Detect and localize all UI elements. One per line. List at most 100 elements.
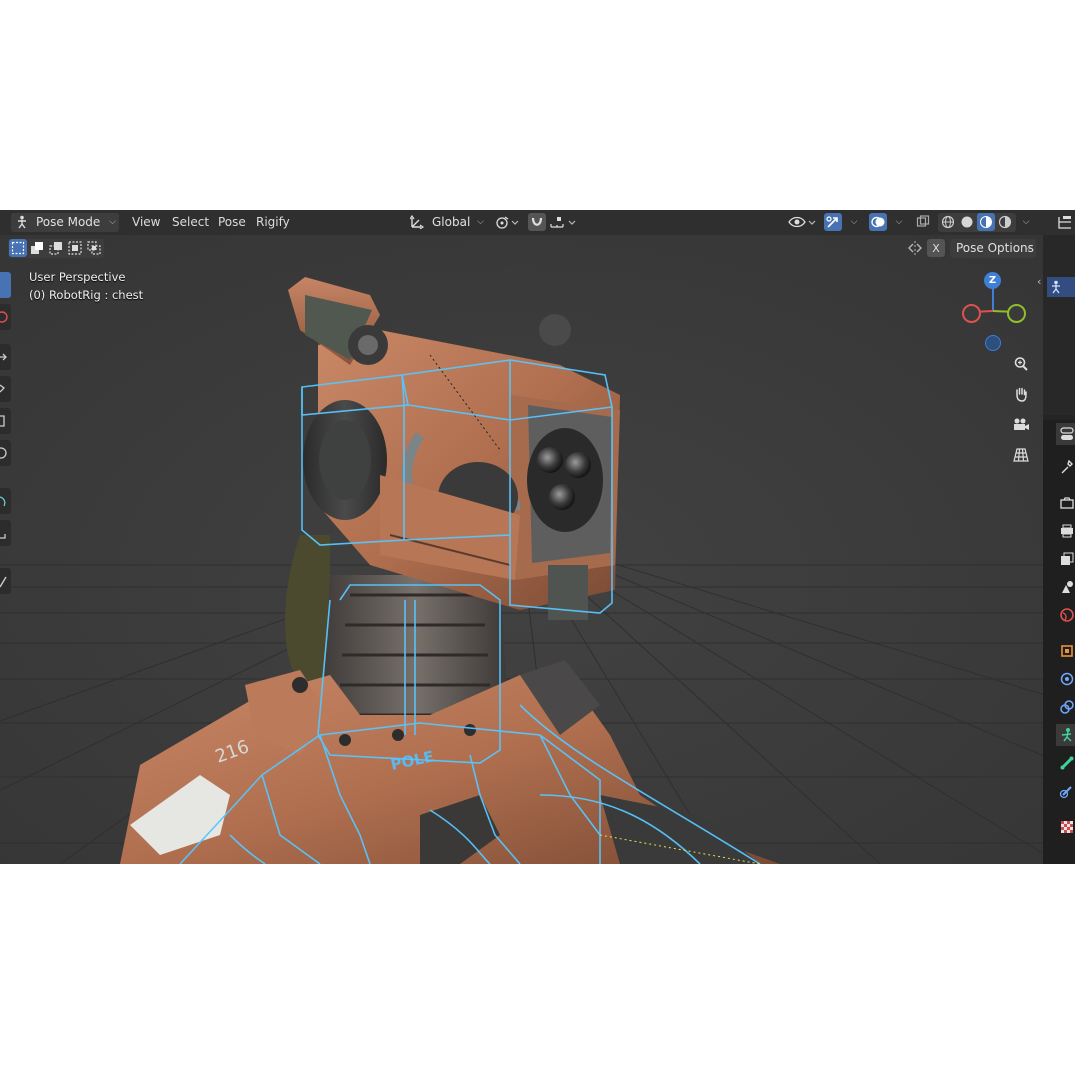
menu-rigify[interactable]: Rigify (256, 214, 290, 231)
tab-constraints[interactable] (1056, 696, 1075, 718)
gizmo-z-axis[interactable]: Z (984, 272, 1001, 289)
tab-world[interactable] (1056, 604, 1075, 626)
tab-active-tool[interactable] (1056, 456, 1075, 478)
select-subtract-icon (49, 242, 62, 255)
collapse-chevron-icon[interactable]: ‹ (1037, 275, 1041, 288)
world-icon (1060, 608, 1074, 622)
tool-move[interactable] (0, 344, 11, 370)
mode-label: Pose Mode (36, 215, 101, 229)
mode-dropdown[interactable]: Pose Mode ⌵ (11, 213, 119, 232)
tab-tool[interactable] (1056, 423, 1075, 445)
chevron-down-icon: ⌵ (850, 217, 858, 227)
annotate-icon (0, 496, 6, 507)
perspective-label: User Perspective (29, 270, 126, 284)
armature-data-icon (1061, 728, 1072, 742)
properties-editor-strip: ‹ (1037, 210, 1075, 864)
outliner-header (1043, 210, 1075, 235)
overlays-dropdown[interactable]: ⌵ (890, 213, 908, 231)
snap-target-dropdown[interactable] (549, 213, 579, 231)
pose-options-label: Pose Options (956, 241, 1034, 255)
chevron-down-icon: ⌵ (895, 217, 903, 227)
object-icon (1061, 645, 1073, 657)
scale-icon (0, 415, 5, 427)
material-shading-button[interactable] (977, 213, 995, 231)
navigation-gizmo[interactable]: Z (958, 268, 1030, 353)
pose-options-dropdown[interactable]: Pose Options ⌵ (950, 239, 1036, 258)
tab-object[interactable] (1056, 640, 1075, 662)
select-intersect-button[interactable] (85, 239, 103, 257)
wireframe-shading-icon (941, 215, 955, 229)
zoom-icon (1014, 357, 1028, 371)
tab-physics[interactable] (1056, 668, 1075, 690)
gizmo-x-axis[interactable] (962, 304, 981, 323)
pose-armature-icon (18, 215, 26, 229)
select-extend-button[interactable] (28, 239, 46, 257)
outliner-active-row[interactable] (1047, 277, 1075, 297)
select-invert-icon (68, 241, 82, 255)
snap-toggle[interactable] (528, 213, 546, 231)
gizmo-toggle-icon (826, 216, 838, 228)
tab-armature-data[interactable] (1056, 724, 1075, 746)
menu-pose[interactable]: Pose (218, 214, 246, 231)
gizmo-toggle[interactable] (824, 213, 842, 231)
tool-annotate[interactable] (0, 488, 11, 514)
view-layer-icon (1061, 552, 1074, 565)
wireframe-shading-button[interactable] (939, 213, 957, 231)
tool-cursor[interactable] (0, 304, 11, 330)
tab-scene[interactable] (1056, 576, 1075, 598)
bone-constraint-icon (1059, 786, 1072, 799)
tab-bone[interactable] (1056, 752, 1075, 774)
solid-shading-button[interactable] (958, 213, 976, 231)
camera-view-button[interactable] (1008, 412, 1034, 438)
scene-icon (1062, 581, 1073, 593)
eye-icon (788, 216, 816, 228)
transform-orientation-icon (410, 215, 424, 229)
tool-scale[interactable] (0, 408, 11, 434)
menu-select[interactable]: Select (172, 214, 209, 231)
viewport-header: Pose Mode ⌵ View Select Pose Rigify Glob… (0, 210, 1043, 235)
tool-select-box[interactable] (0, 272, 11, 298)
shading-dropdown[interactable]: ⌵ (1017, 213, 1035, 231)
wrench-icon (1061, 459, 1073, 474)
zoom-button[interactable] (1008, 351, 1034, 377)
3d-viewport[interactable]: 216 POLE User Perspective (0) RobotRig:… (0, 235, 1043, 864)
properties-tabs (1043, 420, 1075, 864)
solid-shading-icon (961, 216, 973, 228)
tab-output[interactable] (1056, 520, 1075, 542)
select-subtract-button[interactable] (47, 239, 65, 257)
gizmo-dropdown[interactable]: ⌵ (845, 213, 863, 231)
tab-view-layer[interactable] (1056, 548, 1075, 570)
gizmo-neg-z-axis[interactable] (985, 335, 1001, 351)
tool-transform[interactable] (0, 440, 11, 466)
gizmo-y-axis[interactable] (1007, 304, 1026, 323)
tool-measure[interactable] (0, 520, 11, 546)
xray-toggle[interactable] (914, 213, 932, 231)
left-toolbar (0, 272, 12, 602)
select-invert-button[interactable] (66, 239, 84, 257)
constraint-icon (1060, 700, 1074, 714)
mirror-x-toggle[interactable]: X (927, 239, 945, 257)
armature-icon (1052, 280, 1060, 294)
chevron-down-icon: ⌵ (1025, 243, 1032, 253)
tab-render[interactable] (1056, 492, 1075, 514)
tab-bone-constraints[interactable] (1056, 780, 1075, 802)
physics-icon (1060, 672, 1074, 686)
tool-rotate[interactable] (0, 376, 11, 402)
relax-icon (0, 576, 7, 588)
transform-orientation-dropdown[interactable]: Global ⌵ (407, 213, 486, 232)
mirror-axis-icon-button[interactable] (906, 239, 924, 257)
visibility-dropdown[interactable] (788, 213, 818, 231)
menu-view[interactable]: View (132, 214, 160, 231)
select-new-button[interactable] (9, 239, 27, 257)
pan-button[interactable] (1008, 381, 1034, 407)
overlays-toggle[interactable] (869, 213, 887, 231)
move-icon (0, 353, 7, 361)
ortho-toggle-button[interactable] (1008, 442, 1034, 468)
pivot-point-dropdown[interactable] (494, 213, 522, 231)
printer-icon (1061, 524, 1073, 538)
tool-relax[interactable] (0, 568, 11, 594)
tab-texture[interactable] (1056, 816, 1075, 838)
rendered-shading-button[interactable] (996, 213, 1014, 231)
tool-settings-bar: X Pose Options ⌵ (0, 235, 1043, 262)
outliner-area[interactable]: ‹ (1037, 235, 1075, 415)
